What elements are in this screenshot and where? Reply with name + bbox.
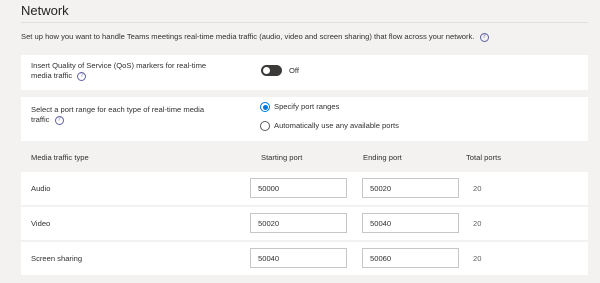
port-range-card: Select a port range for each type of rea…: [21, 97, 588, 141]
table-row: Screen sharing 50040 50060 20: [21, 242, 588, 275]
total-ports: 20: [473, 254, 482, 263]
info-icon[interactable]: ?: [479, 32, 489, 42]
ending-port-input[interactable]: 50020: [362, 178, 459, 198]
starting-port-input[interactable]: 50000: [250, 178, 347, 198]
qos-label-line1: Insert Quality of Service (QoS) markers …: [31, 61, 207, 70]
info-icon[interactable]: ?: [54, 115, 64, 125]
qos-label-line2-text: media traffic: [31, 71, 73, 80]
row-type: Screen sharing: [31, 254, 83, 263]
column-header-end: Ending port: [363, 153, 402, 162]
column-header-type: Media traffic type: [31, 153, 89, 162]
radio-specify-ports[interactable]: Specify port ranges: [260, 102, 339, 112]
toggle-knob: [263, 67, 270, 74]
radio-button-unselected[interactable]: [260, 121, 270, 131]
qos-toggle[interactable]: [261, 65, 282, 76]
qos-label: Insert Quality of Service (QoS) markers …: [31, 61, 206, 81]
port-range-label-line2: traffic ?: [31, 115, 204, 125]
qos-label-line2: media traffic ?: [31, 71, 206, 81]
port-range-label-line2-text: traffic: [31, 115, 50, 124]
column-header-total: Total ports: [466, 153, 502, 162]
port-range-label-line1: Select a port range for each type of rea…: [31, 105, 205, 114]
page-title: Network: [21, 3, 69, 18]
port-range-label: Select a port range for each type of rea…: [31, 105, 204, 125]
starting-port-input[interactable]: 50020: [250, 213, 347, 233]
table-row: Video 50020 50040 20: [21, 207, 588, 240]
ending-port-input[interactable]: 50060: [362, 248, 459, 268]
row-type: Audio: [31, 184, 51, 193]
description-text: Set up how you want to handle Teams meet…: [21, 32, 475, 41]
page-description: Set up how you want to handle Teams meet…: [21, 32, 591, 42]
row-type: Video: [31, 219, 51, 228]
column-header-start: Starting port: [261, 153, 303, 162]
info-icon[interactable]: ?: [77, 71, 87, 81]
ending-port-input[interactable]: 50040: [362, 213, 459, 233]
title-divider: [21, 22, 588, 23]
starting-port-input[interactable]: 50040: [250, 248, 347, 268]
table-row: Audio 50000 50020 20: [21, 172, 588, 205]
radio-label-specify: Specify port ranges: [274, 102, 340, 111]
total-ports: 20: [473, 219, 482, 228]
radio-label-auto: Automatically use any available ports: [274, 121, 399, 130]
total-ports: 20: [473, 184, 482, 193]
radio-button-selected[interactable]: [260, 102, 270, 112]
radio-auto-ports[interactable]: Automatically use any available ports: [260, 121, 399, 131]
qos-toggle-state: Off: [289, 66, 299, 75]
qos-card: Insert Quality of Service (QoS) markers …: [21, 55, 588, 90]
